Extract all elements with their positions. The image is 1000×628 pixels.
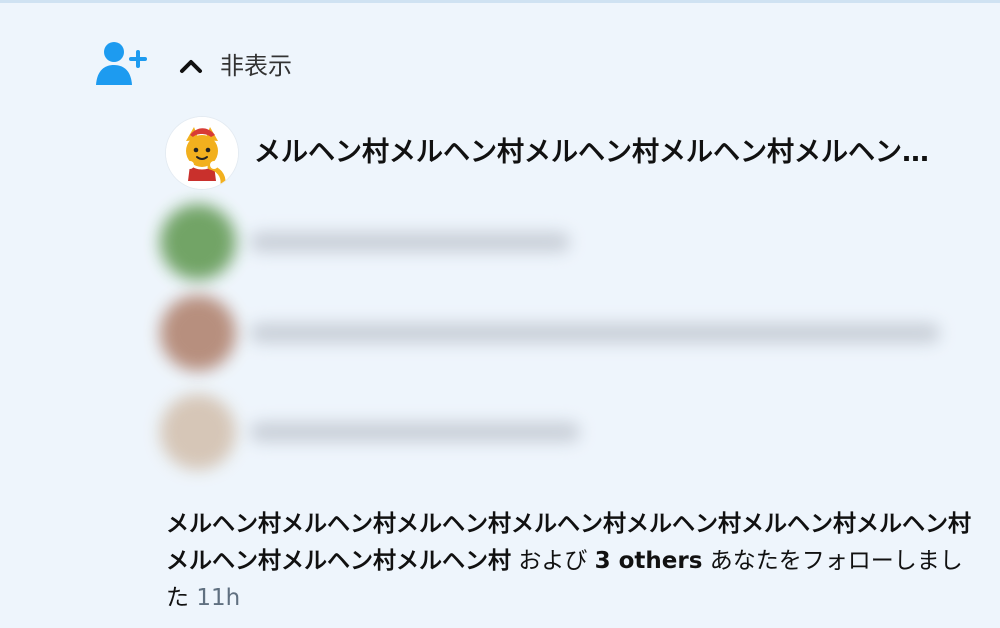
follower-entry[interactable]: メルヘン村メルヘン村メルヘン村メルヘン村メルヘン… <box>166 117 976 189</box>
follow-message: メルヘン村メルヘン村メルヘン村メルヘン村メルヘン村メルヘン村メルヘン村メルヘン村… <box>166 506 972 617</box>
hide-toggle-button[interactable]: 非表示 <box>176 48 292 84</box>
blurred-text <box>250 232 980 252</box>
blurred-follower-row <box>160 388 980 476</box>
follower-name[interactable]: メルヘン村メルヘン村メルヘン村メルヘン村メルヘン… <box>254 133 964 173</box>
blurred-avatar <box>160 394 236 470</box>
chevron-up-icon <box>176 51 206 81</box>
message-and: および <box>518 548 588 574</box>
blurred-avatar <box>160 204 236 280</box>
blurred-avatar <box>160 295 236 371</box>
hide-toggle-label: 非表示 <box>220 52 292 80</box>
message-others-link[interactable]: 3 others <box>595 548 703 574</box>
user-plus-icon <box>94 40 150 86</box>
blurred-text <box>250 422 980 442</box>
blurred-text <box>250 323 980 343</box>
blurred-follower-row <box>160 289 980 377</box>
timestamp: 11h <box>196 585 241 611</box>
blurred-follower-row <box>160 198 980 286</box>
cartoon-mascot-avatar[interactable] <box>166 117 238 189</box>
top-divider <box>0 0 1000 3</box>
notification-page: 非表示 メルヘン村メルヘン村メルヘン村メルヘン村メルヘン… メルヘン村メルヘン村… <box>0 0 1000 628</box>
